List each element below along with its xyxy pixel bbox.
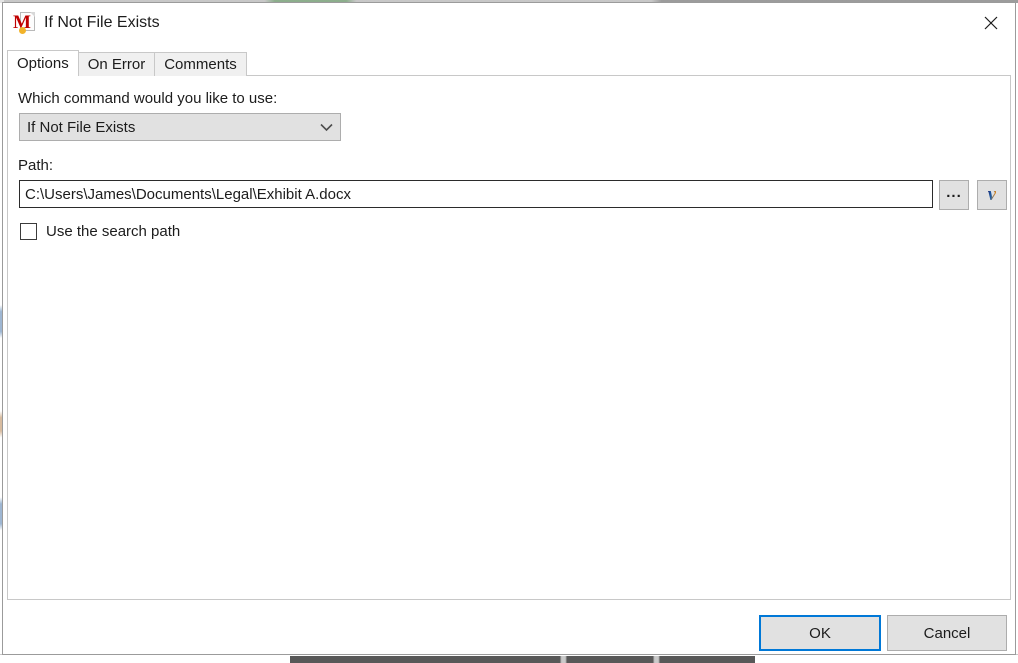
command-select[interactable]: If Not File Exists bbox=[19, 113, 341, 141]
close-icon bbox=[983, 15, 999, 31]
path-input[interactable] bbox=[19, 180, 933, 208]
ok-button-label: OK bbox=[809, 624, 831, 642]
cancel-button[interactable]: Cancel bbox=[887, 615, 1007, 651]
background-window-bottom-strip bbox=[0, 654, 1018, 663]
tab-comments-label: Comments bbox=[164, 56, 237, 73]
tab-options[interactable]: Options bbox=[7, 50, 79, 77]
command-select-value: If Not File Exists bbox=[27, 118, 136, 136]
use-search-path-label: Use the search path bbox=[46, 223, 181, 240]
use-search-path-checkbox-row[interactable]: Use the search path bbox=[20, 223, 180, 240]
variable-icon: v bbox=[987, 184, 997, 205]
path-field-label: Path: bbox=[18, 157, 54, 174]
chevron-down-icon bbox=[312, 123, 340, 132]
gold-dot-glyph bbox=[19, 27, 26, 34]
options-tab-panel: Which command would you like to use: If … bbox=[7, 75, 1011, 600]
command-field-label: Which command would you like to use: bbox=[18, 90, 278, 107]
insert-variable-button[interactable]: v bbox=[977, 180, 1007, 210]
cancel-button-label: Cancel bbox=[923, 624, 971, 642]
tab-on-error-label: On Error bbox=[87, 56, 146, 73]
browse-button[interactable]: ... bbox=[939, 180, 969, 210]
use-search-path-checkbox[interactable] bbox=[20, 223, 37, 240]
close-button[interactable] bbox=[967, 3, 1015, 43]
ellipsis-icon: ... bbox=[946, 183, 962, 201]
dialog-titlebar: M If Not File Exists bbox=[3, 3, 1015, 43]
macro-document-icon: M bbox=[13, 12, 35, 34]
tab-on-error[interactable]: On Error bbox=[77, 52, 156, 76]
dialog-title: If Not File Exists bbox=[44, 14, 160, 31]
tab-options-label: Options bbox=[17, 55, 69, 72]
if-not-file-exists-dialog: M If Not File Exists Options On Error Co… bbox=[2, 2, 1016, 655]
tab-comments[interactable]: Comments bbox=[154, 52, 247, 76]
titlebar-left-group: M If Not File Exists bbox=[13, 3, 160, 43]
tab-strip: Options On Error Comments bbox=[7, 50, 247, 77]
ok-button[interactable]: OK bbox=[759, 615, 881, 651]
